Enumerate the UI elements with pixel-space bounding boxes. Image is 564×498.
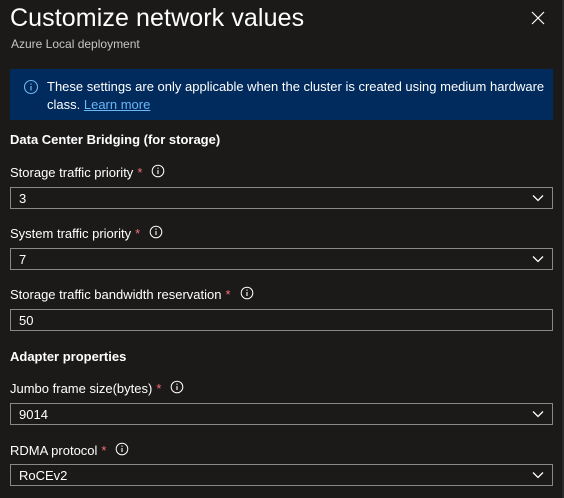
info-tooltip-icon[interactable] bbox=[240, 286, 254, 300]
required-asterisk: * bbox=[225, 287, 231, 302]
info-tooltip-icon[interactable] bbox=[170, 380, 184, 394]
rdma-label-text: RDMA protocol bbox=[10, 443, 98, 458]
required-asterisk: * bbox=[135, 226, 141, 241]
storage-priority-value: 3 bbox=[19, 191, 27, 206]
page-title: Customize network values bbox=[10, 4, 305, 32]
storage-priority-label-text: Storage traffic priority bbox=[10, 165, 134, 180]
chevron-down-icon bbox=[532, 411, 544, 418]
bandwidth-value: 50 bbox=[19, 313, 34, 328]
required-asterisk: * bbox=[137, 165, 143, 180]
rdma-select[interactable]: RoCEv2 bbox=[10, 464, 553, 486]
system-priority-value: 7 bbox=[19, 252, 27, 267]
close-icon bbox=[531, 11, 545, 25]
jumbo-frame-value: 9014 bbox=[19, 407, 48, 422]
storage-priority-select[interactable]: 3 bbox=[10, 187, 553, 209]
bandwidth-label: Storage traffic bandwidth reservation * bbox=[10, 286, 254, 302]
banner-text: These settings are only applicable when … bbox=[47, 78, 547, 114]
chevron-down-icon bbox=[532, 472, 544, 479]
learn-more-link[interactable]: Learn more bbox=[84, 97, 150, 112]
system-priority-label: System traffic priority * bbox=[10, 225, 163, 241]
page-subtitle: Azure Local deployment bbox=[11, 37, 140, 51]
rdma-value: RoCEv2 bbox=[19, 468, 68, 483]
rdma-label: RDMA protocol * bbox=[10, 442, 129, 458]
jumbo-frame-label-text: Jumbo frame size(bytes) bbox=[10, 381, 153, 396]
info-tooltip-icon[interactable] bbox=[149, 225, 163, 239]
section-heading-adapter: Adapter properties bbox=[10, 349, 127, 364]
system-priority-select[interactable]: 7 bbox=[10, 248, 553, 270]
required-asterisk: * bbox=[101, 443, 107, 458]
bandwidth-label-text: Storage traffic bandwidth reservation bbox=[10, 287, 222, 302]
jumbo-frame-label: Jumbo frame size(bytes) * bbox=[10, 380, 184, 396]
close-button[interactable] bbox=[526, 6, 550, 30]
info-tooltip-icon[interactable] bbox=[115, 442, 129, 456]
chevron-down-icon bbox=[532, 195, 544, 202]
info-icon bbox=[23, 79, 39, 95]
info-banner: These settings are only applicable when … bbox=[10, 69, 553, 120]
bandwidth-input[interactable]: 50 bbox=[10, 309, 553, 331]
info-tooltip-icon[interactable] bbox=[151, 164, 165, 178]
required-asterisk: * bbox=[156, 381, 162, 396]
section-heading-dcb: Data Center Bridging (for storage) bbox=[10, 132, 221, 147]
jumbo-frame-select[interactable]: 9014 bbox=[10, 403, 553, 425]
storage-priority-label: Storage traffic priority * bbox=[10, 164, 165, 180]
chevron-down-icon bbox=[532, 256, 544, 263]
system-priority-label-text: System traffic priority bbox=[10, 226, 132, 241]
